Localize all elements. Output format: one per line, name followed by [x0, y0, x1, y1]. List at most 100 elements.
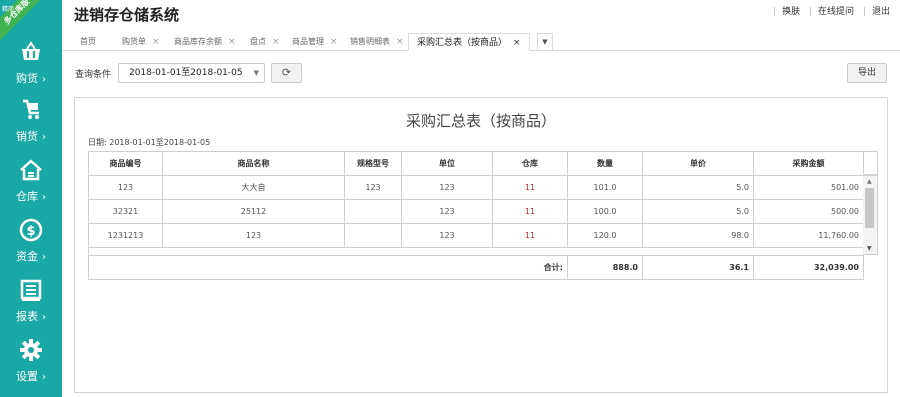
house-icon: [20, 159, 42, 181]
cell-spec: [344, 199, 402, 224]
cell-unit: 123: [401, 175, 493, 200]
tab-sales-detail[interactable]: 销售明细表 ×: [350, 33, 404, 51]
totals-row: 合计: 888.0 36.1 32,039.00: [88, 255, 864, 280]
scroll-up-icon[interactable]: ▲: [867, 178, 872, 185]
sidebar-item-label: 报表: [16, 310, 38, 323]
close-icon[interactable]: ×: [396, 37, 404, 47]
sidebar: 多仓库版 精简 购货 › 销货 › 仓库 › $ 资金 › 报表 › 设置 ›: [0, 0, 62, 397]
scroll-thumb[interactable]: [865, 188, 874, 228]
skin-link[interactable]: 换肤: [782, 7, 800, 17]
tab-purchase-summary[interactable]: 采购汇总表（按商品） ×: [408, 33, 530, 51]
dollar-icon: $: [19, 218, 43, 242]
tab-stocktake[interactable]: 盘点 ×: [250, 33, 280, 51]
sidebar-item-purchase[interactable]: 购货 ›: [0, 40, 62, 98]
cell-warehouse: 11: [492, 175, 568, 200]
totals-quantity: 888.0: [567, 255, 643, 280]
tab-purchase-order[interactable]: 购货单 ×: [122, 33, 160, 51]
cell-unit: 123: [401, 223, 493, 248]
tab-more-dropdown[interactable]: ▼: [537, 33, 553, 51]
svg-text:$: $: [26, 224, 35, 239]
table-spacer-row: [88, 247, 864, 256]
cell-warehouse: 11: [492, 199, 568, 224]
tab-label: 商品库存余额: [174, 37, 222, 46]
online-help-link[interactable]: 在线提问: [818, 7, 854, 17]
cell-spec: 123: [344, 175, 402, 200]
app-title: 进销存仓储系统: [74, 6, 180, 24]
close-icon[interactable]: ×: [228, 37, 236, 47]
tab-label: 采购汇总表（按商品）: [417, 38, 508, 48]
column-header[interactable]: 仓库: [492, 151, 568, 176]
column-header[interactable]: 规格型号: [344, 151, 402, 176]
chevron-right-icon: ›: [42, 312, 46, 323]
table-row[interactable]: 1231213 123 123 11 120.0 98.0 11,760.00: [88, 223, 864, 248]
tab-bar: 首页 购货单 × 商品库存余额 × 盘点 × 商品管理 × 销售明细表 × 采购汇总表（按…: [62, 31, 900, 51]
cell-spec: [344, 223, 402, 248]
cart-icon: [23, 99, 39, 119]
cell-product-code: 1231213: [88, 223, 163, 248]
column-header[interactable]: 数量: [567, 151, 643, 176]
logout-link[interactable]: 退出: [872, 7, 890, 17]
close-icon[interactable]: ×: [513, 38, 521, 48]
chevron-right-icon: ›: [42, 252, 46, 263]
tab-label: 首页: [80, 37, 96, 46]
cell-product-name: 大大自: [162, 175, 345, 200]
totals-price: 36.1: [642, 255, 754, 280]
report-grid: 商品编号 商品名称 规格型号 单位 仓库 数量 单价 采购金额 123 大大自 …: [88, 151, 878, 280]
tab-label: 销售明细表: [350, 37, 390, 46]
cell-product-code: 123: [88, 175, 163, 200]
cell-quantity: 100.0: [567, 199, 643, 224]
gear-icon: [20, 339, 42, 361]
totals-amount: 32,039.00: [753, 255, 864, 280]
date-range-select[interactable]: 2018-01-01至2018-01-05 ▼: [118, 63, 265, 83]
report-title: 采购汇总表（按商品）: [405, 112, 556, 130]
report-icon: [20, 279, 42, 301]
sidebar-item-settings[interactable]: 设置 ›: [0, 338, 62, 396]
sidebar-item-sales[interactable]: 销货 ›: [0, 98, 62, 156]
tab-product-management[interactable]: 商品管理 ×: [292, 33, 338, 51]
sidebar-item-reports[interactable]: 报表 ›: [0, 278, 62, 336]
table-row[interactable]: 123 大大自 123 123 11 101.0 5.0 501.00: [88, 175, 864, 200]
vertical-scrollbar[interactable]: ▲ ▼: [863, 175, 878, 255]
scroll-down-icon[interactable]: ▼: [867, 245, 872, 252]
top-links: | 换肤 | 在线提问 | 退出: [773, 7, 890, 17]
chevron-right-icon: ›: [42, 132, 46, 143]
chevron-down-icon: ▼: [253, 69, 259, 77]
cell-amount: 11,760.00: [753, 223, 864, 248]
column-header[interactable]: 单位: [401, 151, 493, 176]
chevron-right-icon: ›: [42, 74, 46, 85]
sidebar-item-label: 资金: [16, 250, 38, 263]
column-header[interactable]: 单价: [642, 151, 754, 176]
report-panel: 采购汇总表（按商品） 日期: 2018-01-01至2018-01-05 商品编…: [74, 97, 888, 393]
cell-product-code: 32321: [88, 199, 163, 224]
refresh-button[interactable]: ⟳: [271, 63, 302, 83]
close-icon[interactable]: ×: [330, 37, 338, 47]
cell-price: 5.0: [642, 199, 754, 224]
close-icon[interactable]: ×: [272, 37, 280, 47]
cell-price: 98.0: [642, 223, 754, 248]
header-scroll-spacer: [863, 151, 878, 175]
tab-home[interactable]: 首页: [80, 33, 96, 51]
cell-warehouse: 11: [492, 223, 568, 248]
tab-inventory-balance[interactable]: 商品库存余额 ×: [174, 33, 236, 51]
sidebar-item-funds[interactable]: $ 资金 ›: [0, 218, 62, 276]
close-icon[interactable]: ×: [152, 37, 160, 47]
chevron-right-icon: ›: [42, 372, 46, 383]
column-header[interactable]: 商品编号: [88, 151, 163, 176]
report-table: 商品编号 商品名称 规格型号 单位 仓库 数量 单价 采购金额 123 大大自 …: [88, 151, 864, 280]
shopping-basket-icon: [22, 41, 40, 60]
column-header[interactable]: 商品名称: [162, 151, 345, 176]
cell-amount: 501.00: [753, 175, 864, 200]
sidebar-item-label: 设置: [16, 370, 38, 383]
totals-label: 合计:: [88, 255, 568, 280]
sidebar-item-label: 销货: [16, 130, 38, 143]
sidebar-item-warehouse[interactable]: 仓库 ›: [0, 158, 62, 216]
table-row[interactable]: 32321 25112 123 11 100.0 5.0 500.00: [88, 199, 864, 224]
tab-label: 商品管理: [292, 37, 324, 46]
table-header-row: 商品编号 商品名称 规格型号 单位 仓库 数量 单价 采购金额: [88, 151, 864, 176]
export-button[interactable]: 导出: [847, 63, 887, 83]
sidebar-item-label: 仓库: [16, 190, 38, 203]
report-date: 日期: 2018-01-01至2018-01-05: [88, 138, 211, 147]
cell-unit: 123: [401, 199, 493, 224]
tab-label: 购货单: [122, 37, 146, 46]
column-header[interactable]: 采购金额: [753, 151, 864, 176]
